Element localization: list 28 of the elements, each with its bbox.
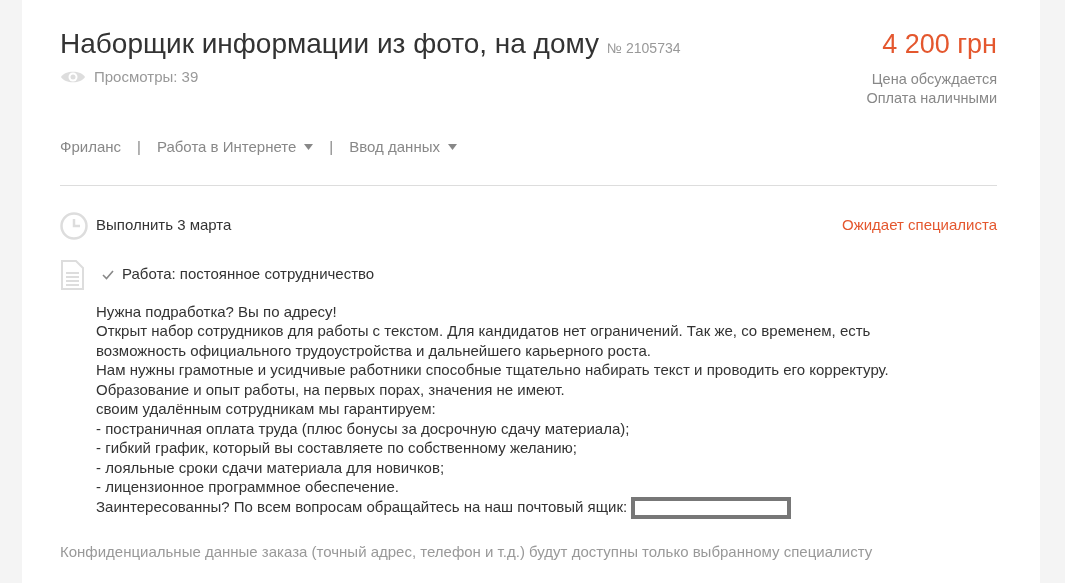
description-line: - гибкий график, который вы составляете по собственному желанию;	[96, 439, 578, 456]
description-line: Открыт набор сотрудников для работы с текстом. Для кандидатов нет ограничений. Так же, со временем, есть возможность официального трудоустройства и дальнейшего карьерного роста.	[96, 322, 871, 359]
breadcrumb-link[interactable]: Ввод данных	[349, 136, 457, 159]
deadline-text: Выполнить 3 марта	[96, 215, 232, 236]
checkmark-icon	[102, 269, 114, 280]
price-note: Цена обсуждается	[870, 70, 997, 89]
breadcrumb-link[interactable]: Работа в Интернете	[156, 136, 314, 159]
breadcrumb-separator: |	[329, 137, 334, 157]
description-line: - лицензионное программное обеспечение.	[96, 478, 399, 495]
description-line: Образование и опыт работы, на первых порах, значения не имеют.	[96, 380, 565, 398]
price-note: Оплата наличными	[866, 89, 997, 108]
privacy-note: Конфиденциальные данные заказа (точный адрес, телефон и т.д.) будут доступны только выбранному специалисту	[60, 541, 874, 562]
description-line: - постраничная оплата труда (плюс бонусы за досрочную сдачу материала);	[96, 419, 630, 437]
order-number: № 2105734	[607, 39, 681, 58]
description-line: Нужна подработка? Вы по адресу!	[96, 302, 337, 320]
page-title: Наборщик информации из фото, на дому	[60, 27, 600, 61]
views-count: Просмотры: 39	[94, 67, 199, 87]
price: 4 200 грн	[881, 28, 997, 61]
clock-icon	[60, 211, 88, 240]
status-text: Ожидает специалиста	[842, 215, 997, 236]
document-icon	[60, 259, 84, 290]
description-line: Заинтересованны? По всем вопросам обращайтесь на наш почтовый ящик:	[96, 497, 628, 515]
breadcrumb-link[interactable]: Фриланс	[60, 136, 121, 159]
breadcrumb-separator: |	[137, 137, 141, 157]
description-line: - лояльные сроки сдачи материала для новичков;	[96, 458, 445, 476]
description-line: своим удалённым сотрудникам мы гарантируем:	[96, 400, 436, 417]
description-line: Нам нужны грамотные и усидчивые работники способные тщательно набирать текст и проводить его корректуру.	[96, 361, 889, 378]
work-type-text: Работа: постоянное сотрудничество	[122, 264, 375, 285]
